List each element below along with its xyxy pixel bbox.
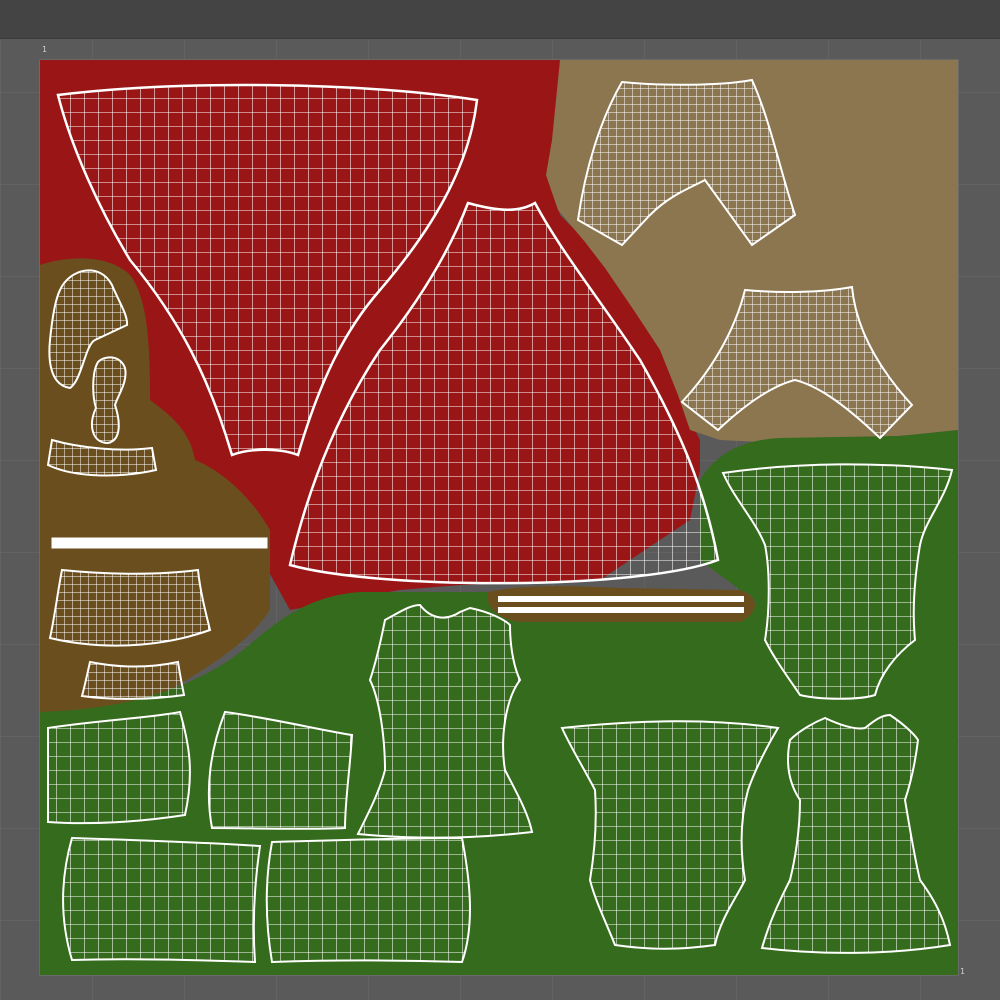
- sleeve-left-c-shell: [62, 836, 262, 964]
- sleeve-shell-upper: [498, 596, 744, 602]
- toolbar: [0, 0, 1000, 39]
- ruffle-small-shell: [80, 660, 186, 700]
- brown-region: [486, 586, 755, 624]
- bodice-center-shell: [356, 603, 534, 839]
- waistband-strip-shell: [51, 537, 268, 549]
- uv-corner-label-bottom: 1: [960, 967, 965, 976]
- sleeve-left-a-shell: [47, 710, 191, 825]
- sleeve-shell-upper: [498, 607, 744, 613]
- uv-viewport[interactable]: 1 1: [0, 39, 1000, 1000]
- sleeve-left-d-shell: [265, 836, 471, 964]
- ruffle-shell: [48, 568, 212, 647]
- uv-corner-label-top: 1: [42, 45, 47, 54]
- uv-canvas[interactable]: [0, 39, 1000, 1000]
